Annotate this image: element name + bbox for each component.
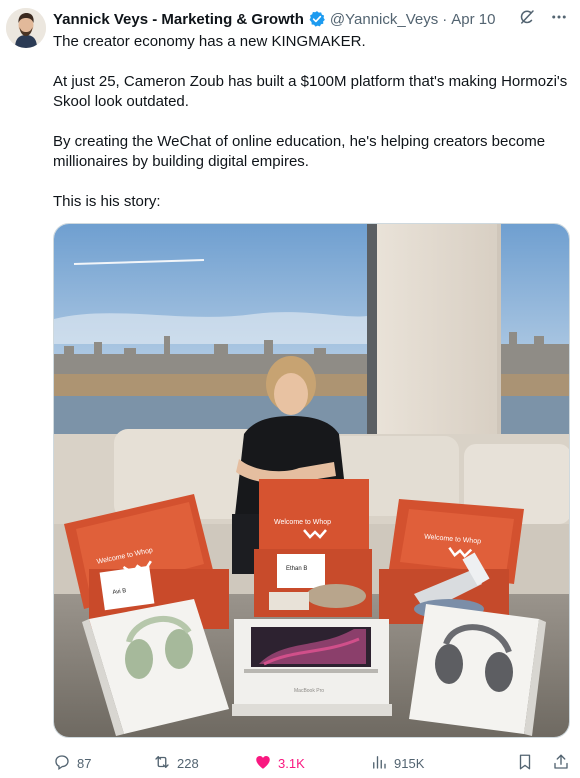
action-bar: 87 228 3.1K 915K	[53, 752, 570, 774]
bookmark-icon[interactable]	[516, 753, 534, 774]
avatar[interactable]	[6, 8, 46, 48]
views-count: 915K	[394, 755, 425, 771]
views-icon	[370, 753, 388, 774]
repost-icon	[153, 753, 171, 774]
tweet-paragraph: At just 25, Cameron Zoub has built a $10…	[53, 73, 568, 110]
tweet-header: Yannick Veys - Marketing & Growth @Yanni…	[53, 9, 568, 29]
verified-badge-icon	[308, 10, 326, 28]
tweet-paragraph: This is his story:	[53, 193, 161, 210]
reply-button[interactable]: 87	[53, 753, 153, 774]
like-button[interactable]: 3.1K	[254, 753, 370, 774]
tweet-text: The creator economy has a new KINGMAKER.…	[53, 32, 568, 232]
repost-button[interactable]: 228	[153, 753, 254, 774]
box-text-center: Welcome to Whop	[274, 519, 331, 526]
more-icon[interactable]	[550, 8, 568, 30]
grok-icon[interactable]	[518, 8, 536, 30]
separator: ·	[442, 10, 448, 28]
share-icon[interactable]	[552, 753, 570, 774]
author-name[interactable]: Yannick Veys - Marketing & Growth	[53, 11, 304, 28]
views-button[interactable]: 915K	[370, 753, 480, 774]
like-count: 3.1K	[278, 755, 305, 771]
author-handle[interactable]: @Yannick_Veys	[330, 11, 438, 28]
tweet-photo[interactable]: Welcome to Whop Avi B Welcome to Whop Et…	[53, 223, 570, 738]
tweet-paragraph: The creator economy has a new KINGMAKER.	[53, 33, 366, 50]
laptop-box-label: MacBook Pro	[294, 688, 324, 694]
tweet-date[interactable]: Apr 10	[451, 11, 495, 28]
tweet-paragraph: By creating the WeChat of online educati…	[53, 133, 546, 170]
like-icon	[254, 753, 272, 774]
name-card-center: Ethan B	[286, 566, 307, 572]
repost-count: 228	[177, 755, 199, 771]
reply-icon	[53, 753, 71, 774]
reply-count: 87	[77, 755, 92, 771]
